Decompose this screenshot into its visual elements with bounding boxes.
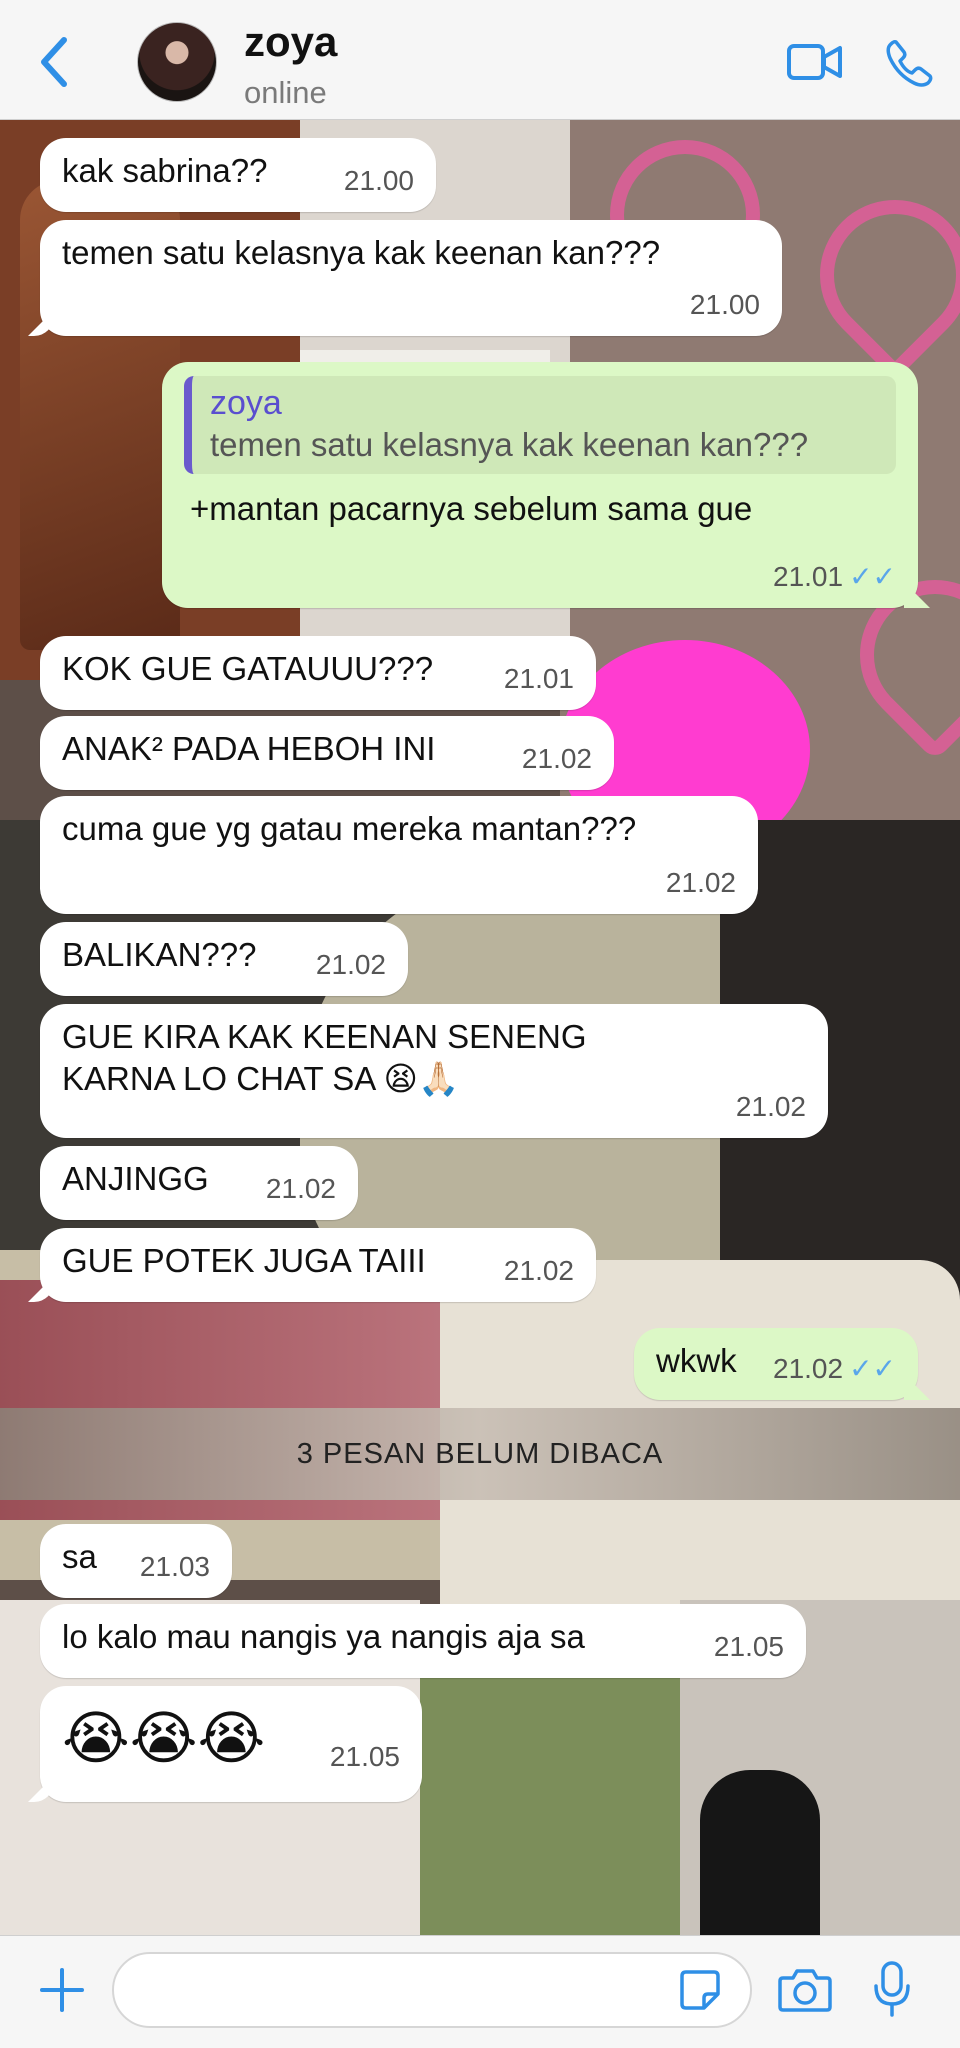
message-time: 21.05 xyxy=(713,1631,784,1662)
message-text: GUE KIRA KAK KEENAN SENENG KARNA LO CHAT… xyxy=(62,1018,587,1097)
message-time: 21.01 ✓✓ xyxy=(773,556,896,598)
message-time-value: 21.01 xyxy=(773,561,844,592)
message-incoming[interactable]: BALIKAN??? 21.02 xyxy=(40,922,408,996)
chevron-left-icon[interactable] xyxy=(34,32,74,92)
message-text: +mantan pacarnya sebelum sama gue xyxy=(190,490,753,527)
message-text: temen satu kelasnya kak keenan kan??? xyxy=(62,234,661,271)
message-time: 21.02 xyxy=(315,949,386,980)
message-incoming[interactable]: 😭😭😭 21.05 xyxy=(40,1686,422,1802)
message-incoming[interactable]: GUE KIRA KAK KEENAN SENENG KARNA LO CHAT… xyxy=(40,1004,828,1138)
read-receipt-icon: ✓✓ xyxy=(849,561,896,592)
quoted-text: temen satu kelasnya kak keenan kan??? xyxy=(210,426,809,463)
sticker-icon[interactable] xyxy=(678,1968,722,2012)
message-time: 21.03 xyxy=(139,1551,210,1582)
quoted-reply[interactable]: zoya temen satu kelasnya kak keenan kan?… xyxy=(184,376,896,474)
contact-status: online xyxy=(244,75,327,110)
message-outgoing[interactable]: wkwk 21.02 ✓✓ xyxy=(634,1328,918,1400)
phone-icon[interactable] xyxy=(884,38,934,88)
composer-bar xyxy=(0,1935,960,2048)
message-text: GUE POTEK JUGA TAIII xyxy=(62,1242,426,1279)
message-incoming[interactable]: lo kalo mau nangis ya nangis aja sa 21.0… xyxy=(40,1604,806,1678)
message-time: 21.00 xyxy=(689,289,760,320)
camera-icon[interactable] xyxy=(777,1966,833,2014)
message-time: 21.05 xyxy=(329,1741,400,1772)
message-outgoing[interactable]: zoya temen satu kelasnya kak keenan kan?… xyxy=(162,362,918,608)
message-text: cuma gue yg gatau mereka mantan??? xyxy=(62,810,637,847)
message-time: 21.02 xyxy=(665,867,736,898)
message-time: 21.02 xyxy=(735,1091,806,1122)
message-input[interactable] xyxy=(112,1952,752,2028)
message-text: KOK GUE GATAUUU??? xyxy=(62,650,434,687)
avatar[interactable] xyxy=(137,22,217,102)
microphone-icon[interactable] xyxy=(872,1960,912,2018)
message-time: 21.02 xyxy=(503,1255,574,1286)
message-time: 21.01 xyxy=(503,663,574,694)
unread-divider-label: 3 PESAN BELUM DIBACA xyxy=(296,1438,664,1470)
message-incoming[interactable]: KOK GUE GATAUUU??? 21.01 xyxy=(40,636,596,710)
message-incoming[interactable]: sa 21.03 xyxy=(40,1524,232,1598)
read-receipt-icon: ✓✓ xyxy=(849,1353,896,1384)
chat-header: zoya online xyxy=(0,0,960,120)
message-time-value: 21.02 xyxy=(773,1353,844,1384)
message-text: ANAK² PADA HEBOH INI xyxy=(62,730,436,767)
quoted-author: zoya xyxy=(210,384,282,422)
message-time: 21.02 xyxy=(521,743,592,774)
message-incoming[interactable]: ANJINGG 21.02 xyxy=(40,1146,358,1220)
message-incoming[interactable]: GUE POTEK JUGA TAIII 21.02 xyxy=(40,1228,596,1302)
plus-icon[interactable] xyxy=(38,1966,86,2014)
message-time: 21.02 xyxy=(265,1173,336,1204)
message-time: 21.02 ✓✓ xyxy=(773,1348,896,1390)
message-incoming[interactable]: ANAK² PADA HEBOH INI 21.02 xyxy=(40,716,614,790)
message-time: 21.00 xyxy=(343,165,414,196)
message-incoming[interactable]: temen satu kelasnya kak keenan kan??? 21… xyxy=(40,220,782,336)
message-incoming[interactable]: cuma gue yg gatau mereka mantan??? 21.02 xyxy=(40,796,758,914)
video-camera-icon[interactable] xyxy=(786,40,844,84)
contact-name[interactable]: zoya xyxy=(244,18,337,66)
message-text: lo kalo mau nangis ya nangis aja sa xyxy=(62,1618,585,1655)
message-incoming[interactable]: kak sabrina?? 21.00 xyxy=(40,138,436,212)
